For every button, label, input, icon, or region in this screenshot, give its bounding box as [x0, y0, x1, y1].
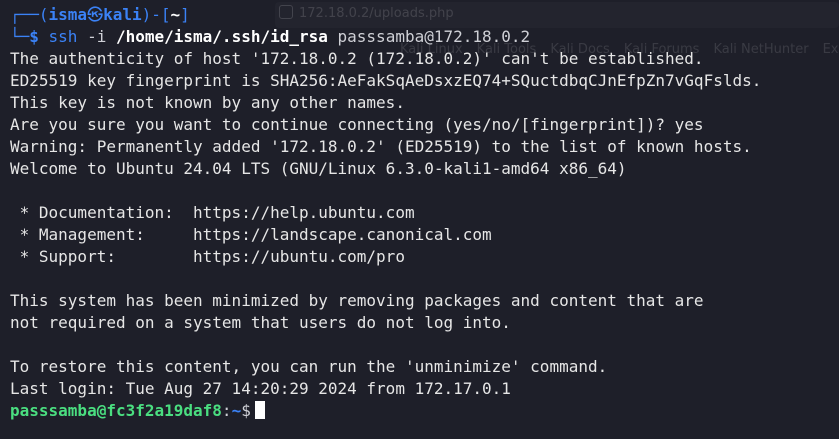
command-program: ssh [48, 27, 78, 46]
output-line: This key is not known by any other names… [10, 93, 405, 112]
output-line: Are you sure you want to continue connec… [10, 115, 704, 134]
command-line: └─$ ssh -i /home/isma/.ssh/id_rsa passsa… [10, 26, 839, 48]
output-line: Warning: Permanently added '172.18.0.2' … [10, 137, 752, 156]
command-flag: -i [77, 27, 116, 46]
output-line: * Support: https://ubuntu.com/pro [10, 247, 405, 266]
output-line: * Documentation: https://help.ubuntu.com [10, 203, 415, 222]
prompt-user: isma [48, 5, 88, 24]
output-line: The authenticity of host '172.18.0.2 (17… [10, 49, 704, 68]
remote-prompt-line[interactable]: passsamba@fc3f2a19daf8:~$ [10, 400, 839, 422]
output-line: To restore this content, you can run the… [10, 357, 608, 376]
prompt-bracket-close: ] [180, 5, 190, 24]
terminal-cursor[interactable] [254, 401, 265, 419]
prompt-box-bottom: └─ [10, 27, 30, 46]
output-line: not required on a system that users do n… [10, 313, 511, 332]
remote-prompt-userhost: passsamba@fc3f2a19daf8 [10, 401, 222, 420]
remote-prompt-dollar: $ [241, 401, 251, 420]
prompt-bracket-open: )-[ [141, 5, 171, 24]
output-line: * Management: https://landscape.canonica… [10, 225, 492, 244]
output-line: Welcome to Ubuntu 24.04 LTS (GNU/Linux 6… [10, 159, 627, 178]
prompt-header-line: ┌──(isma㉿kali)-[~] [10, 4, 839, 26]
output-line: This system has been minimized by removi… [10, 291, 704, 310]
kali-at-icon: ㉿ [87, 5, 104, 24]
output-line: Last login: Tue Aug 27 14:20:29 2024 fro… [10, 379, 511, 398]
remote-prompt-colon: : [221, 401, 232, 420]
output-line: ED25519 key fingerprint is SHA256:AeFakS… [10, 71, 762, 90]
prompt-host: kali [103, 5, 142, 24]
command-target: passsamba@172.18.0.2 [327, 27, 531, 46]
command-keypath: /home/isma/.ssh/id_rsa [115, 27, 328, 46]
prompt-box-top: ┌──( [10, 5, 49, 24]
remote-prompt-dir: ~ [231, 401, 242, 420]
terminal-window[interactable]: ┌──(isma㉿kali)-[~] └─$ ssh -i /home/isma… [10, 4, 839, 434]
prompt-dollar: $ [29, 27, 49, 46]
prompt-dir: ~ [170, 5, 181, 24]
